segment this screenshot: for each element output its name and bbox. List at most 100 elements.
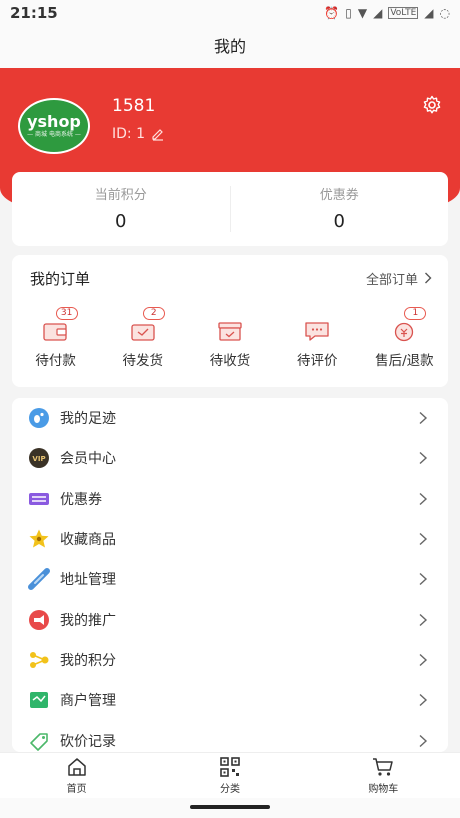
menu-label: 会员中心 (60, 451, 116, 468)
location-pin-icon (28, 568, 50, 591)
orders-card: 我的订单 全部订单 31 待付款 2 待发货 待收货 待评价 1 售后/退款 (12, 255, 448, 387)
menu-item-points[interactable]: 我的积分 (12, 640, 448, 680)
menu-label: 我的推广 (60, 612, 116, 629)
username: 1581 (112, 96, 156, 116)
logo-subtext: — 商城 电商系统 — (27, 131, 81, 138)
chevron-right-icon (419, 613, 428, 626)
tab-label: 分类 (219, 784, 240, 795)
order-pending-shipment[interactable]: 2 待发货 (99, 301, 186, 369)
settings-gear-icon[interactable] (422, 95, 442, 115)
stats-card: 当前积分 0 优惠券 0 (12, 172, 448, 246)
order-pending-payment[interactable]: 31 待付款 (12, 301, 99, 369)
menu-item-footprint[interactable]: 我的足迹 (12, 398, 448, 438)
order-label: 待发货 (122, 353, 164, 369)
promotion-icon (28, 609, 50, 631)
loading-icon: ◌ (439, 6, 450, 20)
package-check-icon (131, 324, 155, 341)
tab-label: 首页 (66, 784, 87, 795)
points-label: 当前积分 (94, 188, 147, 203)
signal-icon: ◢ (373, 6, 383, 20)
order-label: 售后/退款 (375, 353, 434, 369)
comment-icon (305, 322, 329, 341)
menu-label: 收藏商品 (60, 532, 116, 549)
all-orders-label: 全部订单 (365, 272, 418, 288)
bottom-tab-bar: 首页 分类 购物车 (0, 752, 460, 798)
menu-label: 砍价记录 (60, 733, 116, 750)
order-badge: 2 (142, 307, 165, 320)
user-id-row: ID: 1 (112, 126, 165, 142)
logo-text: yshop (27, 112, 81, 131)
qrcode-icon (220, 757, 240, 777)
menu-label: 地址管理 (60, 572, 116, 589)
menu-item-favorites[interactable]: 收藏商品 (12, 519, 448, 559)
chevron-right-icon (425, 272, 432, 284)
menu-item-coupons[interactable]: 优惠券 (12, 479, 448, 519)
home-icon (67, 758, 86, 776)
tab-label: 购物车 (368, 784, 399, 795)
points-value: 0 (115, 211, 127, 232)
battery-icon: ◢ (424, 6, 434, 20)
menu-label: 优惠券 (60, 491, 102, 508)
menu-label: 我的积分 (60, 652, 116, 669)
vibrate-icon: ▯ (345, 6, 352, 20)
order-status-row: 31 待付款 2 待发货 待收货 待评价 1 售后/退款 (12, 301, 448, 369)
orders-title: 我的订单 (30, 269, 91, 288)
chevron-right-icon (419, 653, 428, 666)
nav-bar: 我的 (0, 26, 460, 68)
coupons-value: 0 (333, 211, 345, 232)
footprint-icon (28, 407, 50, 429)
menu-item-address[interactable]: 地址管理 (12, 559, 448, 599)
status-bar: 21:15 ⏰ ▯ ▼ ◢ VoLTE ◢ ◌ (0, 0, 460, 26)
wallet-icon (42, 323, 67, 341)
menu-label: 商户管理 (60, 693, 116, 710)
tab-category[interactable]: 分类 (153, 753, 306, 798)
vip-icon: VIP (28, 447, 50, 469)
alarm-icon: ⏰ (324, 6, 340, 20)
points-icon (28, 649, 50, 671)
service-menu: 我的足迹 VIP 会员中心 优惠券 收藏商品 地址管理 我的推广 我的积分 商户… (12, 398, 448, 752)
order-after-sales[interactable]: 1 售后/退款 (361, 301, 448, 369)
chevron-right-icon (419, 734, 428, 747)
order-pending-receipt[interactable]: 待收货 (186, 301, 273, 369)
refund-icon (395, 322, 414, 342)
chevron-right-icon (419, 573, 428, 586)
menu-label: 我的足迹 (60, 411, 116, 428)
home-indicator[interactable] (190, 805, 270, 809)
menu-item-merchant[interactable]: 商户管理 (12, 680, 448, 720)
chevron-right-icon (419, 452, 428, 465)
points-stat[interactable]: 当前积分 0 (12, 172, 230, 246)
order-label: 待收货 (209, 353, 251, 369)
order-label: 待付款 (35, 353, 76, 369)
cart-icon (373, 758, 394, 776)
tab-cart[interactable]: 购物车 (307, 753, 460, 798)
network-type: VoLTE (388, 7, 419, 19)
status-time: 21:15 (10, 4, 58, 22)
order-badge: 1 (404, 307, 427, 320)
chevron-right-icon (419, 694, 428, 707)
status-icons: ⏰ ▯ ▼ ◢ VoLTE ◢ ◌ (324, 6, 450, 20)
menu-item-vip-center[interactable]: VIP 会员中心 (12, 438, 448, 478)
chevron-right-icon (419, 412, 428, 425)
delivery-box-icon (218, 322, 242, 341)
coupons-label: 优惠券 (319, 188, 359, 203)
bargain-icon (28, 730, 50, 752)
coupons-stat[interactable]: 优惠券 0 (231, 172, 449, 246)
order-label: 待评价 (296, 353, 338, 369)
menu-item-bargain[interactable]: 砍价记录 (12, 720, 448, 752)
order-badge: 31 (55, 307, 78, 320)
avatar[interactable]: yshop — 商城 电商系统 — (18, 98, 90, 154)
svg-text:VIP: VIP (32, 455, 45, 463)
page-title: 我的 (213, 37, 246, 56)
menu-item-promotion[interactable]: 我的推广 (12, 599, 448, 639)
orders-header: 我的订单 全部订单 (12, 255, 448, 301)
system-home-bar (0, 798, 460, 818)
order-pending-review[interactable]: 待评价 (274, 301, 361, 369)
edit-icon[interactable] (151, 127, 165, 141)
merchant-icon (28, 689, 50, 711)
tab-home[interactable]: 首页 (0, 753, 153, 798)
star-icon (28, 528, 50, 550)
coupon-icon (28, 488, 50, 510)
chevron-right-icon (419, 492, 428, 505)
user-id: ID: 1 (112, 126, 145, 142)
all-orders-link[interactable]: 全部订单 (366, 269, 432, 288)
